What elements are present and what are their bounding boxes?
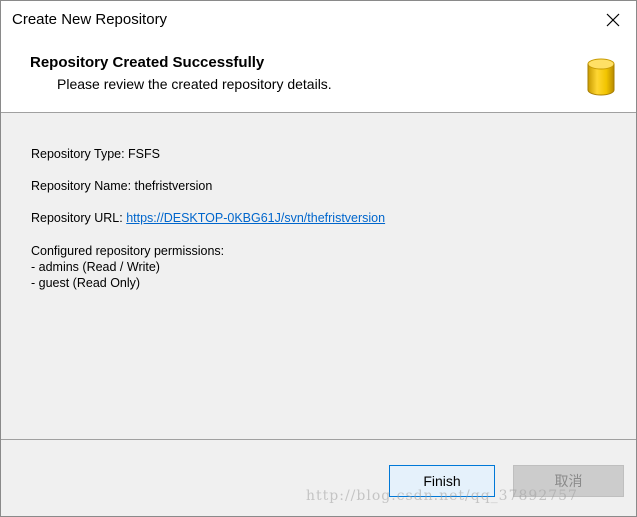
- header-title: Repository Created Successfully: [30, 54, 265, 71]
- dialog-window: Create New Repository Repository Created…: [0, 0, 637, 517]
- repository-type-line: Repository Type: FSFS: [31, 147, 160, 161]
- close-button[interactable]: [590, 1, 636, 39]
- wizard-header: Repository Created Successfully Please r…: [1, 39, 636, 113]
- close-icon: [606, 13, 620, 27]
- repository-name-value: thefristversion: [134, 179, 213, 193]
- window-title: Create New Repository: [12, 11, 168, 28]
- repository-name-label: Repository Name:: [31, 179, 135, 193]
- repository-type-label: Repository Type:: [31, 147, 129, 161]
- title-bar: Create New Repository: [1, 1, 636, 39]
- repository-url-link[interactable]: https://DESKTOP-0KBG61J/svn/thefristvers…: [126, 211, 385, 225]
- repository-url-label: Repository URL:: [31, 211, 127, 225]
- repository-name-line: Repository Name: thefristversion: [31, 179, 212, 193]
- header-subtitle: Please review the created repository det…: [57, 76, 332, 92]
- details-panel: Repository Type: FSFS Repository Name: t…: [1, 113, 636, 439]
- button-bar: Finish 取消: [1, 440, 636, 516]
- repository-type-value: FSFS: [128, 147, 160, 161]
- watermark-text: http://blog.csdn.net/qq_37892757: [306, 488, 578, 504]
- permission-item: - guest (Read Only): [31, 276, 141, 290]
- database-icon: [587, 58, 615, 96]
- permission-item: - admins (Read / Write): [31, 260, 160, 274]
- permissions-heading: Configured repository permissions:: [31, 244, 225, 258]
- repository-url-line: Repository URL: https://DESKTOP-0KBG61J/…: [31, 211, 385, 225]
